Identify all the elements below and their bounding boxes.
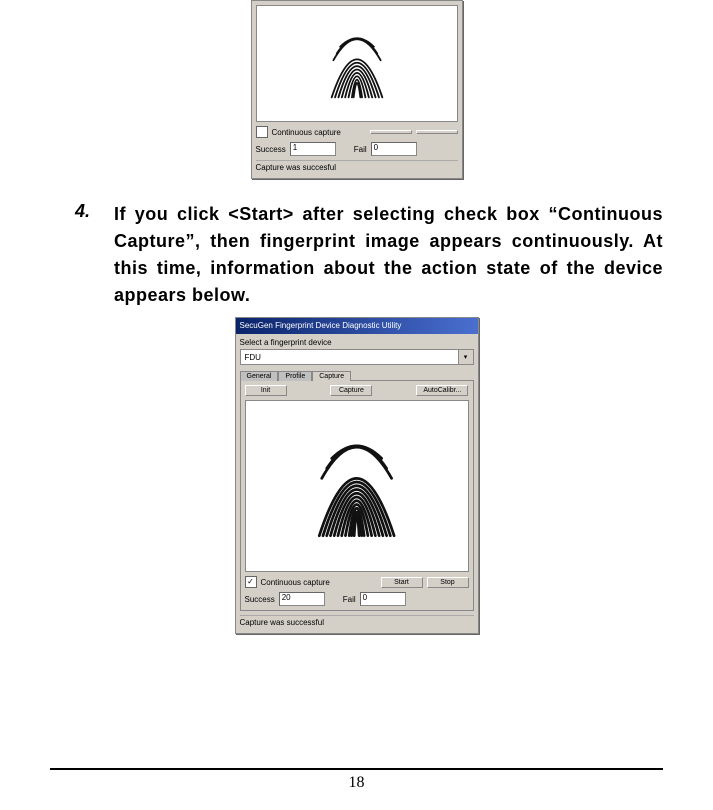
screenshot-dialog-bottom: SecuGen Fingerprint Device Diagnostic Ut… — [235, 317, 479, 634]
footer-rule — [50, 768, 663, 770]
empty-button-b[interactable] — [416, 130, 458, 134]
step-number: 4. — [50, 201, 90, 309]
success-label-bottom: Success — [245, 595, 275, 604]
device-select-value: FDU — [245, 353, 261, 362]
continuous-capture-checkbox-top[interactable] — [256, 126, 268, 138]
fingerprint-icon — [259, 411, 454, 561]
success-field-top[interactable]: 1 — [290, 142, 336, 156]
continuous-capture-label-top: Continuous capture — [272, 128, 341, 137]
fail-field-bottom[interactable]: 0 — [360, 592, 406, 606]
autocalibrate-button[interactable]: AutoCalibr... — [416, 385, 468, 396]
fingerprint-image-bottom — [245, 400, 469, 572]
capture-button[interactable]: Capture — [330, 385, 372, 396]
success-field-bottom[interactable]: 20 — [279, 592, 325, 606]
empty-button-a[interactable] — [370, 130, 412, 134]
screenshot-dialog-top: Continuous capture Success 1 Fail 0 Capt… — [251, 0, 463, 179]
select-label: Select a fingerprint device — [240, 338, 474, 347]
init-button[interactable]: Init — [245, 385, 287, 396]
fingerprint-icon — [269, 13, 445, 114]
status-text-top: Capture was succesful — [256, 160, 458, 174]
stop-button[interactable]: Stop — [427, 577, 469, 588]
fingerprint-image-top — [256, 5, 458, 122]
dialog-titlebar: SecuGen Fingerprint Device Diagnostic Ut… — [236, 318, 478, 334]
success-label-top: Success — [256, 145, 286, 154]
chevron-down-icon: ▾ — [458, 350, 473, 364]
fail-label-bottom: Fail — [343, 595, 356, 604]
start-button[interactable]: Start — [381, 577, 423, 588]
page-number: 18 — [50, 774, 663, 792]
fail-field-top[interactable]: 0 — [371, 142, 417, 156]
tab-capture[interactable]: Capture — [312, 371, 351, 381]
step-text: If you click <Start> after selecting che… — [114, 201, 663, 309]
continuous-capture-checkbox-bottom[interactable]: ✓ — [245, 576, 257, 588]
device-select[interactable]: FDU ▾ — [240, 349, 474, 365]
continuous-capture-label-bottom: Continuous capture — [261, 578, 330, 587]
tab-general[interactable]: General — [240, 371, 279, 381]
fail-label-top: Fail — [354, 145, 367, 154]
status-text-bottom: Capture was successful — [240, 615, 474, 629]
tab-profile[interactable]: Profile — [278, 371, 312, 381]
